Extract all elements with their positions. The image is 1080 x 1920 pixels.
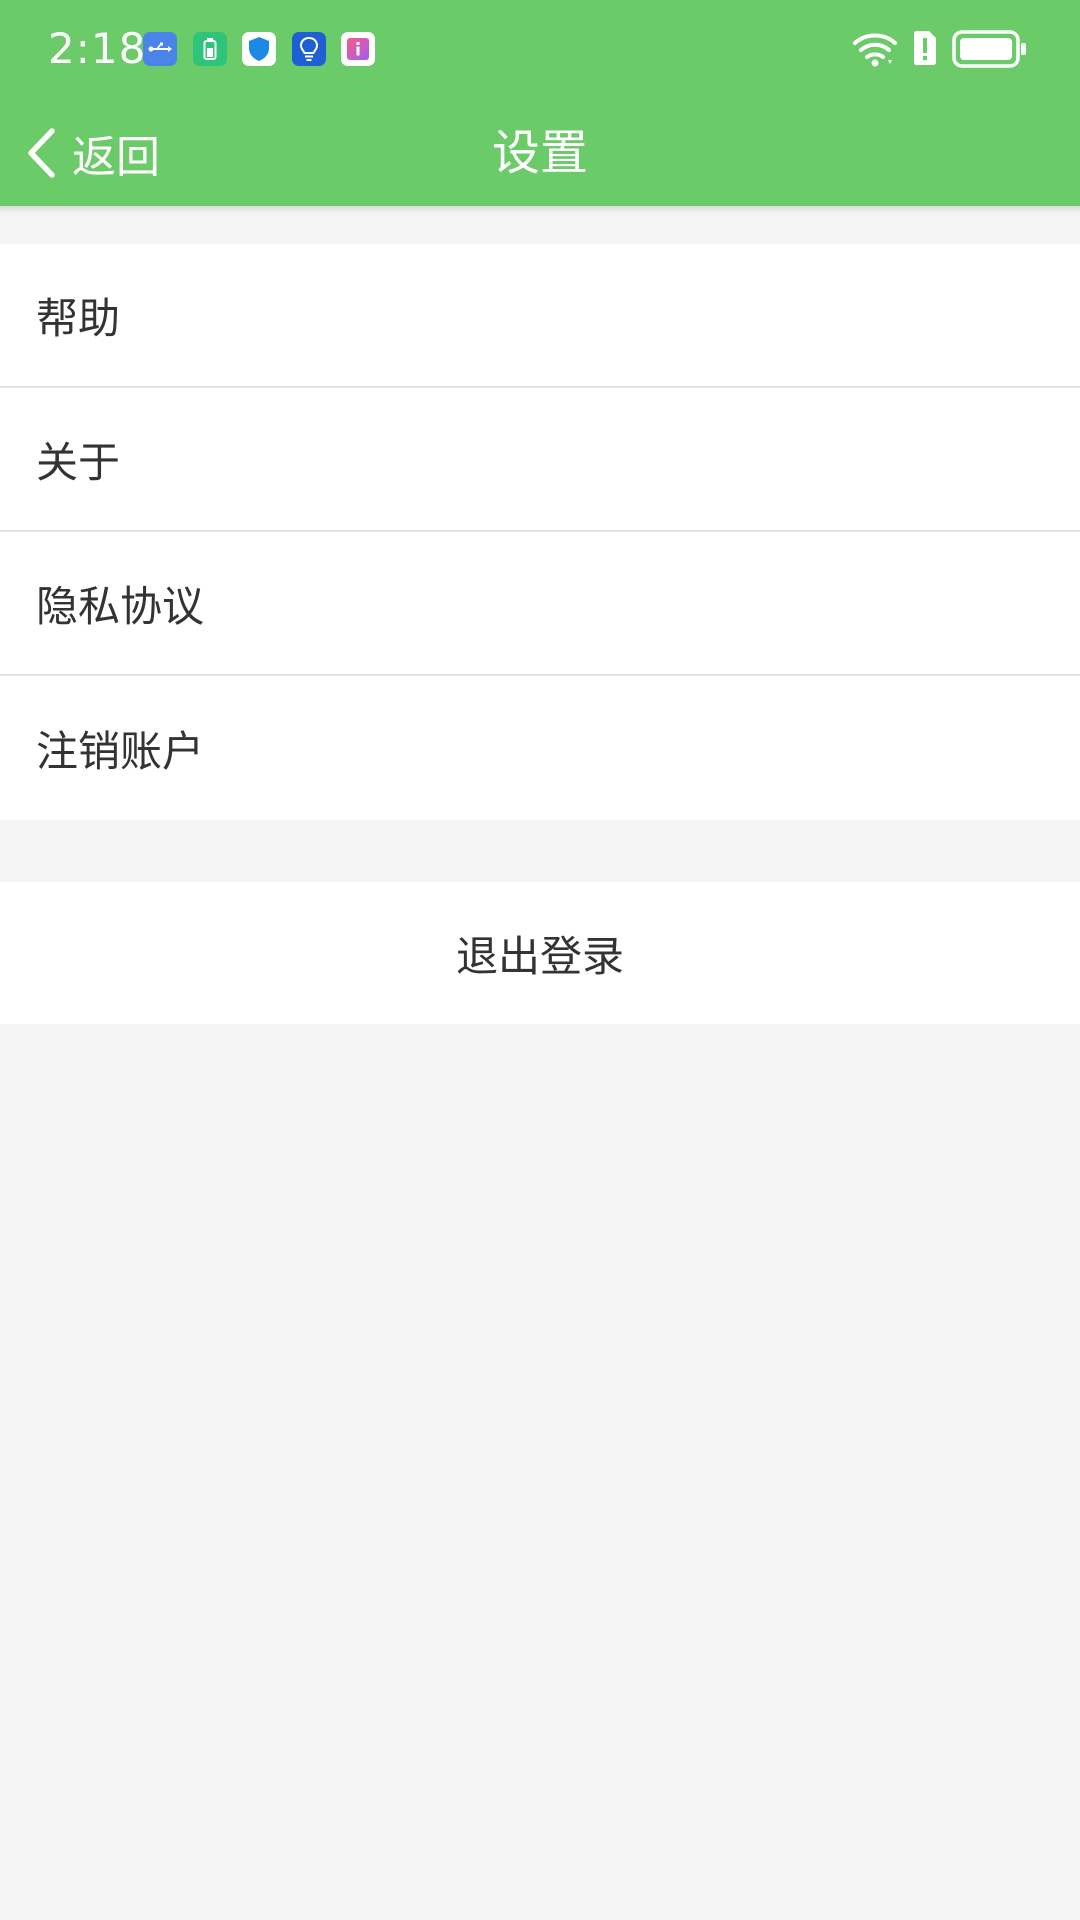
logout-button[interactable]: 退出登录 [0,882,1080,1024]
menu-item-help[interactable]: 帮助 [0,244,1080,388]
lightbulb-icon [292,32,326,66]
back-label: 返回 [72,132,160,183]
header-shadow [0,206,1080,214]
menu-item-delete-account[interactable]: 注销账户 [0,676,1080,820]
shield-icon [242,32,276,66]
status-bar: 2:18 [0,0,1080,100]
alert-sim-icon [914,31,936,65]
navigation-bar: 设置 返回 [0,100,1080,206]
settings-menu: 帮助 关于 隐私协议 注销账户 [0,244,1080,820]
menu-item-label: 关于 [36,437,121,487]
header-bar: 2:18 设置 返回 [0,0,1080,206]
chevron-left-icon [28,128,55,178]
menu-item-label: 隐私协议 [36,581,205,631]
logout-label: 退出登录 [455,931,624,981]
menu-item-label: 帮助 [36,293,121,343]
status-time: 2:18 [48,24,147,73]
battery-saver-icon [193,32,227,66]
menu-item-about[interactable]: 关于 [0,388,1080,532]
page-title: 设置 [491,125,588,181]
usb-icon [143,32,177,66]
menu-item-label: 注销账户 [36,726,205,776]
battery-icon [952,30,1026,68]
info-app-icon [341,32,375,66]
wifi-icon [853,33,897,67]
back-button[interactable]: 返回 [24,110,160,196]
menu-item-privacy[interactable]: 隐私协议 [0,532,1080,676]
